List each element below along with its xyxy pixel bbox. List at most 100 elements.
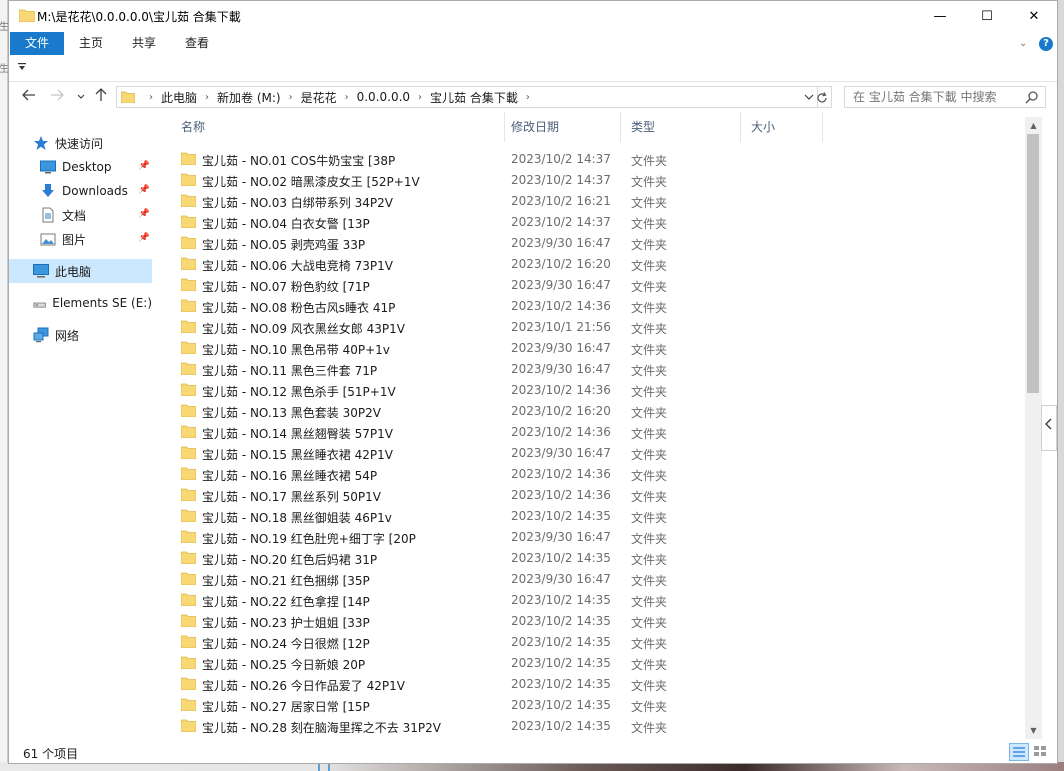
large-icons-view-button[interactable] bbox=[1031, 743, 1051, 761]
file-row[interactable]: 宝儿茹 - NO.15 黑丝睡衣裙 42P1V 2023/9/30 16:47 文件… bbox=[163, 443, 803, 464]
folder-icon bbox=[181, 656, 196, 669]
nav-item-network[interactable]: 网络 bbox=[9, 323, 152, 347]
file-row[interactable]: 宝儿茹 - NO.11 黑色三件套 71P 2023/9/30 16:47 文件夹 bbox=[163, 359, 803, 380]
file-name: 宝儿茹 - NO.04 白衣女警 [13P bbox=[202, 217, 370, 231]
file-row[interactable]: 宝儿茹 - NO.07 粉色豹纹 [71P 2023/9/30 16:47 文件夹 bbox=[163, 275, 803, 296]
nav-item-this-pc[interactable]: 此电脑 bbox=[9, 259, 152, 283]
status-bar: 61 个项目 bbox=[9, 741, 1057, 763]
nav-item-quick-access[interactable]: 快速访问 bbox=[9, 131, 152, 155]
tab-home[interactable]: 主页 bbox=[65, 32, 117, 55]
file-row[interactable]: 宝儿茹 - NO.14 黑丝翘臀装 57P1V 2023/10/2 14:36 文件… bbox=[163, 422, 803, 443]
breadcrumb-volume-m[interactable]: 新加卷 (M:) bbox=[217, 89, 281, 106]
up-button[interactable] bbox=[91, 87, 111, 107]
nav-item-downloads[interactable]: Downloads 📌 bbox=[9, 179, 152, 203]
address-bar[interactable]: › 此电脑 › 新加卷 (M:) › 是花花 › 0.0.0.0.0 › 宝儿茹… bbox=[116, 86, 818, 108]
forward-button[interactable] bbox=[47, 87, 67, 107]
tab-file[interactable]: 文件 bbox=[10, 32, 64, 55]
scroll-up-arrow-icon[interactable]: ▲ bbox=[1025, 117, 1042, 134]
breadcrumb-separator[interactable]: › bbox=[345, 92, 349, 103]
back-button[interactable] bbox=[19, 87, 39, 107]
pin-icon[interactable]: 📌 bbox=[139, 233, 150, 243]
file-row[interactable]: 宝儿茹 - NO.21 红色捆绑 [35P 2023/9/30 16:47 文件夹 bbox=[163, 569, 803, 590]
file-name: 宝儿茹 - NO.14 黑丝翘臀装 57P1V bbox=[202, 427, 393, 441]
file-row[interactable]: 宝儿茹 - NO.16 黑丝睡衣裙 54P 2023/10/2 14:36 文件夹 bbox=[163, 464, 803, 485]
file-row[interactable]: 宝儿茹 - NO.05 剥壳鸡蛋 33P 2023/9/30 16:47 文件夹 bbox=[163, 233, 803, 254]
maximize-button[interactable]: ☐ bbox=[964, 1, 1010, 31]
search-icon[interactable] bbox=[1025, 90, 1039, 104]
scroll-down-arrow-icon[interactable]: ▼ bbox=[1025, 722, 1042, 739]
file-row[interactable]: 宝儿茹 - NO.10 黑色吊带 40P+1v 2023/9/30 16:47 文件… bbox=[163, 338, 803, 359]
file-row[interactable]: 宝儿茹 - NO.01 COS牛奶宝宝 [38P 2023/10/2 14:37 文… bbox=[163, 149, 803, 170]
pin-icon[interactable]: 📌 bbox=[139, 185, 150, 195]
scrollbar-thumb[interactable] bbox=[1027, 134, 1039, 393]
file-type: 文件夹 bbox=[631, 259, 668, 273]
file-row[interactable]: 宝儿茹 - NO.20 红色后妈裙 31P 2023/10/2 14:35 文件夹 bbox=[163, 548, 803, 569]
pin-icon[interactable]: 📌 bbox=[139, 161, 150, 171]
breadcrumb-this-pc[interactable]: 此电脑 bbox=[161, 89, 197, 106]
navigation-pane: 快速访问 Desktop 📌 Downloads 📌 文档 📌 图片 📌 此电脑 bbox=[9, 117, 157, 737]
file-row[interactable]: 宝儿茹 - NO.17 黑丝系列 50P1V 2023/10/2 14:36 文件夹 bbox=[163, 485, 803, 506]
nav-item-documents[interactable]: 文档 📌 bbox=[9, 203, 152, 227]
file-row[interactable]: 宝儿茹 - NO.04 白衣女警 [13P 2023/10/2 14:37 文件夹 bbox=[163, 212, 803, 233]
breadcrumb-folder-2[interactable]: 0.0.0.0.0 bbox=[357, 90, 410, 104]
file-row[interactable]: 宝儿茹 - NO.13 黑色套装 30P2V 2023/10/2 16:20 文件夹 bbox=[163, 401, 803, 422]
pin-icon[interactable]: 📌 bbox=[139, 209, 150, 219]
breadcrumb-separator[interactable]: › bbox=[418, 92, 422, 103]
file-row[interactable]: 宝儿茹 - NO.28 刻在脑海里挥之不去 31P2V 2023/10/2 14:… bbox=[163, 716, 803, 737]
file-row[interactable]: 宝儿茹 - NO.25 今日新娘 20P 2023/10/2 14:35 文件夹 bbox=[163, 653, 803, 674]
breadcrumb-separator[interactable]: › bbox=[205, 92, 209, 103]
file-row[interactable]: 宝儿茹 - NO.02 暗黑漆皮女王 [52P+1V 2023/10/2 14:3… bbox=[163, 170, 803, 191]
file-row[interactable]: 宝儿茹 - NO.22 红色拿捏 [14P 2023/10/2 14:35 文件夹 bbox=[163, 590, 803, 611]
folder-icon bbox=[181, 446, 196, 459]
file-row[interactable]: 宝儿茹 - NO.12 黑色杀手 [51P+1V 2023/10/2 14:36 文… bbox=[163, 380, 803, 401]
file-row[interactable]: 宝儿茹 - NO.27 居家日常 [15P 2023/10/2 14:35 文件夹 bbox=[163, 695, 803, 716]
preview-pane-toggle[interactable] bbox=[1041, 405, 1057, 451]
folder-icon bbox=[181, 173, 196, 186]
customize-toolbar-icon[interactable] bbox=[18, 63, 26, 71]
details-view-button[interactable] bbox=[1009, 743, 1029, 761]
breadcrumb-separator[interactable]: › bbox=[149, 92, 153, 103]
file-row[interactable]: 宝儿茹 - NO.23 护士姐姐 [33P 2023/10/2 14:35 文件夹 bbox=[163, 611, 803, 632]
file-row[interactable]: 宝儿茹 - NO.06 大战电竞椅 73P1V 2023/10/2 16:20 文件… bbox=[163, 254, 803, 275]
file-date: 2023/10/2 14:37 bbox=[511, 215, 611, 229]
nav-item-label: 文档 bbox=[62, 208, 87, 223]
file-row[interactable]: 宝儿茹 - NO.08 粉色古风s睡衣 41P 2023/10/2 14:36 文件… bbox=[163, 296, 803, 317]
file-name: 宝儿茹 - NO.08 粉色古风s睡衣 41P bbox=[202, 301, 396, 315]
column-header-date[interactable]: 修改日期 bbox=[501, 112, 621, 142]
tab-share[interactable]: 共享 bbox=[118, 32, 170, 55]
search-input[interactable] bbox=[853, 87, 1023, 107]
nav-item-pictures[interactable]: 图片 📌 bbox=[9, 227, 152, 251]
breadcrumb-separator[interactable]: › bbox=[526, 92, 530, 103]
breadcrumb-separator[interactable]: › bbox=[289, 92, 293, 103]
file-date: 2023/10/1 21:56 bbox=[511, 320, 611, 334]
column-header-size[interactable]: 大小 bbox=[741, 112, 823, 142]
file-type: 文件夹 bbox=[631, 658, 668, 672]
title-bar[interactable]: M:\是花花\0.0.0.0.0\宝儿茹 合集下載 — ☐ ✕ bbox=[9, 1, 1057, 31]
file-row[interactable]: 宝儿茹 - NO.09 风衣黑丝女郎 43P1V 2023/10/1 21:56 文… bbox=[163, 317, 803, 338]
file-row[interactable]: 宝儿茹 - NO.18 黑丝御姐装 46P1v 2023/10/2 14:35 文件… bbox=[163, 506, 803, 527]
picture-icon bbox=[40, 233, 56, 246]
refresh-button[interactable] bbox=[812, 86, 832, 108]
file-row[interactable]: 宝儿茹 - NO.26 今日作品爱了 42P1V 2023/10/2 14:35 文… bbox=[163, 674, 803, 695]
breadcrumb-current-folder[interactable]: 宝儿茹 合集下載 bbox=[430, 89, 518, 106]
close-button[interactable]: ✕ bbox=[1011, 1, 1057, 31]
minimize-button[interactable]: — bbox=[917, 1, 963, 31]
file-row[interactable]: 宝儿茹 - NO.03 白绑带系列 34P2V 2023/10/2 16:21 文件… bbox=[163, 191, 803, 212]
column-header-name[interactable]: 名称 bbox=[171, 112, 505, 142]
file-row[interactable]: 宝儿茹 - NO.19 红色肚兜+细丁字 [20P 2023/9/30 16:47… bbox=[163, 527, 803, 548]
file-row[interactable]: 宝儿茹 - NO.24 今日很燃 [12P 2023/10/2 14:35 文件夹 bbox=[163, 632, 803, 653]
column-header-type[interactable]: 类型 bbox=[621, 112, 741, 142]
tab-view[interactable]: 查看 bbox=[171, 32, 223, 55]
nav-item-elements-drive[interactable]: Elements SE (E:) bbox=[9, 291, 152, 315]
file-date: 2023/10/2 14:37 bbox=[511, 152, 611, 166]
help-icon[interactable]: ? bbox=[1039, 37, 1053, 51]
file-date: 2023/10/2 16:20 bbox=[511, 257, 611, 271]
breadcrumb-folder-1[interactable]: 是花花 bbox=[301, 89, 337, 106]
nav-item-desktop[interactable]: Desktop 📌 bbox=[9, 155, 152, 179]
recent-locations-button[interactable] bbox=[71, 87, 91, 107]
search-box[interactable] bbox=[844, 86, 1046, 108]
folder-icon bbox=[181, 383, 196, 396]
item-count: 61 个项目 bbox=[23, 747, 79, 761]
vertical-scrollbar[interactable]: ▲ ▼ bbox=[1025, 117, 1042, 739]
ribbon-expand-icon[interactable]: ⌄ bbox=[1019, 38, 1027, 49]
